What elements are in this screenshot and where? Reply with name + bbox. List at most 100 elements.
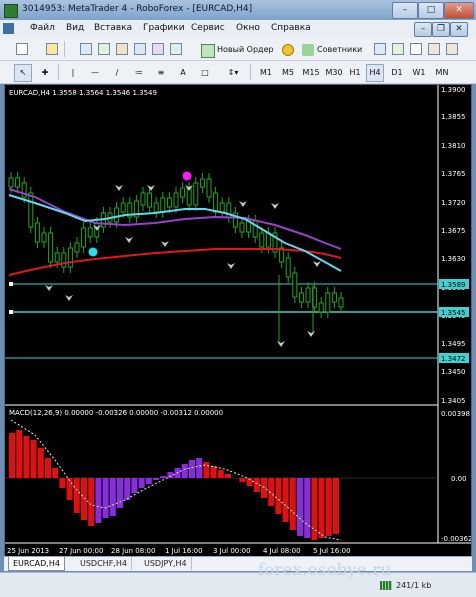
arrows-icon: ⇕▾ — [227, 68, 239, 77]
trendline-tool[interactable]: ∕ — [108, 64, 126, 82]
child-close-button[interactable]: ✕ — [450, 22, 468, 37]
candle-body — [160, 197, 166, 213]
horizontal-line-tool[interactable]: — — [86, 64, 104, 82]
macd-bar — [318, 478, 325, 538]
menu-charts[interactable]: Графики — [143, 23, 185, 33]
level-label: 1.3589 — [441, 281, 466, 289]
child-restore-button[interactable]: ❐ — [432, 22, 450, 37]
macd-bar — [145, 478, 152, 484]
candle-body — [114, 207, 120, 223]
terminal-icon[interactable] — [134, 43, 146, 55]
macd-bar — [225, 474, 231, 478]
standard-toolbar: Новый Ордер Советники — [0, 38, 476, 61]
candle-body — [325, 292, 331, 313]
chart-tabs: EURCAD,H4 USDCHF,H4 USDJPY,H4 — [4, 556, 472, 571]
new-order-button[interactable]: Новый Ордер — [196, 41, 275, 59]
label-tool[interactable]: □ — [196, 64, 214, 82]
macd-bar — [109, 478, 116, 516]
tab-usdjpy[interactable]: USDJPY,H4 — [140, 557, 192, 570]
maximize-button[interactable]: □ — [418, 2, 444, 19]
text-icon: A — [180, 68, 186, 77]
macd-bar — [297, 478, 303, 536]
candle-body — [199, 178, 205, 188]
menu-tools[interactable]: Сервис — [191, 23, 225, 33]
candle-body — [41, 232, 47, 243]
history-center-icon[interactable] — [170, 43, 182, 55]
menu-window[interactable]: Окно — [236, 23, 260, 33]
close-button[interactable]: ✕ — [444, 2, 474, 19]
level-handle[interactable] — [9, 282, 13, 286]
macd-bar — [160, 476, 167, 478]
menu-insert[interactable]: Вставка — [94, 23, 132, 33]
new-chart-icon[interactable] — [16, 43, 28, 55]
price-tick: 1.3720 — [441, 199, 466, 207]
price-tick: 1.3900 — [441, 86, 466, 94]
candle-body — [153, 202, 159, 213]
tf-m15[interactable]: M15 — [300, 64, 322, 82]
macd-bar — [59, 478, 66, 488]
arrows-tool[interactable]: ⇕▾ — [220, 64, 246, 82]
tf-m30[interactable]: M30 — [323, 64, 345, 82]
candle-body — [285, 257, 291, 278]
fibonacci-tool[interactable]: ≡ — [152, 64, 170, 82]
navigator-icon[interactable] — [116, 43, 128, 55]
macd-bar — [73, 478, 80, 513]
time-tick: 25 Jun 2013 — [7, 547, 49, 555]
market-watch-icon[interactable] — [80, 43, 92, 55]
level-handle[interactable] — [9, 310, 13, 314]
tab-eurcad[interactable]: EURCAD,H4 — [8, 557, 65, 571]
time-tick: 4 Jul 08:00 — [263, 547, 301, 555]
macd-bar — [189, 460, 195, 478]
connection-icon — [380, 581, 392, 590]
macd-info: MACD(12,26,9) 0.00000 -0.00326 0.00000 -… — [9, 409, 223, 417]
tab-usdchf[interactable]: USDCHF,H4 — [76, 557, 132, 570]
chart-window[interactable]: EURCAD,H4 1.3558 1.3564 1.3546 1.3549 1.… — [4, 84, 472, 570]
channel-tool[interactable]: ≔ — [130, 64, 148, 82]
tf-d1[interactable]: D1 — [388, 64, 406, 82]
chart-bars-icon[interactable] — [374, 43, 386, 55]
minimize-button[interactable]: – — [392, 2, 418, 19]
expert-advisors-button[interactable]: Советники — [298, 41, 363, 59]
menu-view[interactable]: Вид — [66, 23, 84, 33]
chart-svg[interactable]: EURCAD,H4 1.3558 1.3564 1.3546 1.3549 1.… — [5, 85, 471, 557]
menu-file[interactable]: Файл — [30, 23, 55, 33]
vertical-line-tool[interactable]: | — [64, 64, 82, 82]
text-tool[interactable]: A — [174, 64, 192, 82]
macd-bar — [217, 470, 224, 478]
candle-body — [28, 192, 34, 228]
status-bar: 241/1 kb — [0, 572, 476, 597]
data-window-icon[interactable] — [98, 43, 110, 55]
candle-body — [48, 232, 54, 263]
tf-h1[interactable]: H1 — [346, 64, 364, 82]
new-order-label: Новый Ордер — [217, 45, 274, 54]
crosshair-tool[interactable]: ✚ — [36, 64, 54, 82]
chart-window-icon — [3, 23, 14, 34]
chart-line-icon[interactable] — [410, 43, 422, 55]
time-tick: 28 Jun 08:00 — [111, 547, 155, 555]
tf-m1[interactable]: M1 — [256, 64, 276, 82]
macd-bar — [275, 478, 282, 514]
child-minimize-button[interactable]: – — [414, 22, 432, 37]
menu-help[interactable]: Справка — [271, 23, 311, 33]
tf-mn[interactable]: MN — [432, 64, 452, 82]
drawing-toolbar: ↖ ✚ | — ∕ ≔ ≡ A □ ⇕▾ M1 M5 M15 M30 H1 H4… — [0, 61, 476, 84]
metaeditor-icon[interactable] — [282, 44, 294, 56]
strategy-tester-icon[interactable] — [152, 43, 164, 55]
tf-m5[interactable]: M5 — [278, 64, 298, 82]
candle-body — [206, 178, 212, 198]
candle-body — [120, 202, 126, 213]
macd-bar — [102, 478, 109, 518]
title-bar: 3014953: MetaTrader 4 - RoboForex - [EUR… — [0, 0, 476, 20]
macd-bar — [289, 478, 296, 530]
tf-h4[interactable]: H4 — [366, 64, 384, 82]
macd-bar — [52, 468, 59, 478]
zoom-in-icon[interactable] — [428, 43, 440, 55]
chart-candles-icon[interactable] — [392, 43, 404, 55]
time-axis: 25 Jun 2013 27 Jun 00:00 28 Jun 08:00 1 … — [7, 547, 351, 555]
cursor-tool[interactable]: ↖ — [14, 64, 32, 82]
zoom-out-icon[interactable] — [446, 43, 458, 55]
tf-w1[interactable]: W1 — [410, 64, 428, 82]
signal-dot-magenta — [182, 171, 192, 181]
open-folder-icon[interactable] — [46, 43, 58, 55]
price-tick: 1.3405 — [441, 397, 466, 405]
